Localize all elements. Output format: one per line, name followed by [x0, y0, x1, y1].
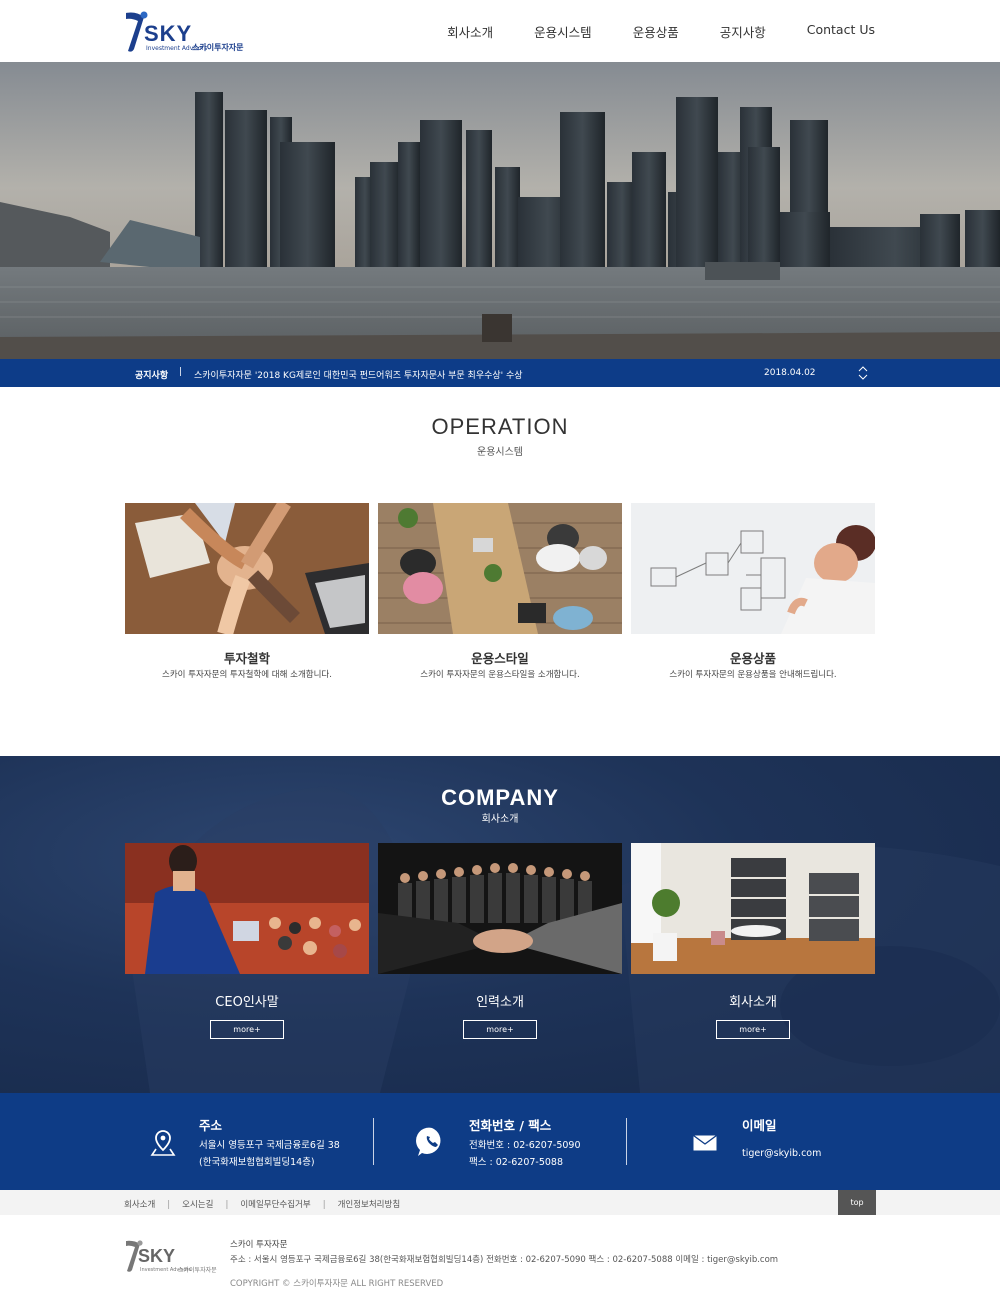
scroll-top-button[interactable]: top [838, 1190, 876, 1215]
separator: | [167, 1200, 171, 1210]
phone-title: 전화번호 / 팩스 [469, 1118, 552, 1133]
handshake-team-image [378, 843, 622, 974]
phone-number: 전화번호 : 02-6207-5090 [469, 1140, 581, 1151]
footer-copyright: COPYRIGHT © 스카이투자자문 ALL RIGHT RESERVED [230, 1279, 444, 1289]
footer-links: 회사소개 | 오시는길 | 이메일무단수집거부 | 개인정보처리방침 [124, 1198, 400, 1210]
nav-company[interactable]: 회사소개 [447, 22, 493, 41]
phone-icon [416, 1127, 441, 1156]
location-pin-icon [150, 1130, 176, 1156]
notice-headline-link[interactable]: 스카이투자자문 '2018 KG제로인 대한민국 펀드어워즈 투자자문사 부문 … [194, 368, 523, 381]
operation-title: OPERATION [431, 414, 569, 439]
footer-logo-korean: 스카이투자자문 [178, 1267, 217, 1274]
company-title: COMPANY [441, 785, 559, 810]
logo[interactable]: SKY Investment Advisors 스카이투자자문 [124, 9, 244, 55]
whiteboard-planning-image [631, 503, 875, 634]
separator: | [225, 1200, 229, 1210]
nav-products[interactable]: 운용상품 [633, 22, 679, 41]
footer-link-email-policy[interactable]: 이메일무단수집거부 [240, 1200, 310, 1210]
card-description: 스카이 투자자문의 운용상품을 안내해드립니다. [669, 670, 837, 680]
footer-company-name: 스카이 투자자문 [230, 1240, 288, 1250]
email-address[interactable]: tiger@skyib.com [742, 1145, 821, 1162]
main-nav: 회사소개 운용시스템 운용상품 공지사항 Contact Us [406, 22, 875, 41]
notice-label: 공지사항 [135, 371, 169, 381]
card-title: 운용스타일 [471, 651, 529, 666]
hero-skyline-image [0, 62, 1000, 359]
operation-subtitle: 운용시스템 [477, 447, 523, 458]
company-subtitle: 회사소개 [481, 814, 519, 825]
nav-operation[interactable]: 운용시스템 [534, 22, 592, 41]
arrow-up-icon[interactable] [858, 366, 868, 372]
office-meeting-image [378, 503, 622, 634]
address-title: 주소 [199, 1118, 223, 1133]
card-title: 인력소개 [476, 995, 524, 1010]
footer-link-company[interactable]: 회사소개 [124, 1200, 155, 1210]
hero-banner [0, 62, 1000, 359]
more-button[interactable]: more+ [463, 1020, 537, 1039]
footer-logo: SKY Investment Advisors 스카이투자자문 [124, 1238, 219, 1274]
footer-logo-text: SKY [138, 1246, 176, 1266]
footer-link-directions[interactable]: 오시는길 [182, 1200, 213, 1210]
arrow-down-icon[interactable] [858, 374, 868, 380]
card-title: 회사소개 [729, 995, 777, 1010]
divider [626, 1118, 627, 1165]
logo-korean: 스카이투자자문 [192, 43, 244, 52]
ceo-speech-image [125, 843, 369, 974]
nav-notice[interactable]: 공지사항 [720, 22, 766, 41]
card-title: 투자철학 [223, 651, 270, 666]
notice-arrows [857, 364, 869, 382]
card-description: 스카이 투자자문의 운용스타일을 소개합니다. [420, 670, 580, 680]
teamwork-hands-image [125, 503, 369, 634]
card-title: CEO인사말 [215, 995, 279, 1010]
more-button[interactable]: more+ [210, 1020, 284, 1039]
contact-bar: 주소 서울시 영등포구 국제금융로6길 38 (한국화재보험협회빌딩14층) 전… [0, 1093, 1000, 1190]
email-title: 이메일 [742, 1118, 777, 1133]
address-line-1: 서울시 영등포구 국제금융로6길 38 [199, 1140, 340, 1151]
nav-contact[interactable]: Contact Us [807, 22, 875, 41]
office-interior-image [631, 843, 875, 974]
footer-address: 주소 : 서울시 영등포구 국제금융로6길 38(한국화재보험협회빌딩14층) … [230, 1255, 779, 1265]
notice-date: 2018.04.02 [764, 368, 816, 378]
address-line-2: (한국화재보험협회빌딩14층) [199, 1157, 315, 1168]
more-button[interactable]: more+ [716, 1020, 790, 1039]
fax-number: 팩스 : 02-6207-5088 [469, 1157, 564, 1168]
site-header: SKY Investment Advisors 스카이투자자문 회사소개 운용시… [0, 0, 1000, 62]
logo-text: SKY [144, 21, 193, 46]
divider [373, 1118, 374, 1165]
notice-separator: | [179, 367, 183, 377]
footer-link-privacy[interactable]: 개인정보처리방침 [338, 1200, 401, 1210]
card-title: 운용상품 [729, 651, 776, 666]
notice-bar: 공지사항 | 스카이투자자문 '2018 KG제로인 대한민국 펀드어워즈 투자… [0, 359, 1000, 387]
card-description: 스카이 투자자문의 투자철학에 대해 소개합니다. [162, 670, 332, 680]
separator: | [322, 1200, 326, 1210]
mail-icon [693, 1135, 717, 1151]
